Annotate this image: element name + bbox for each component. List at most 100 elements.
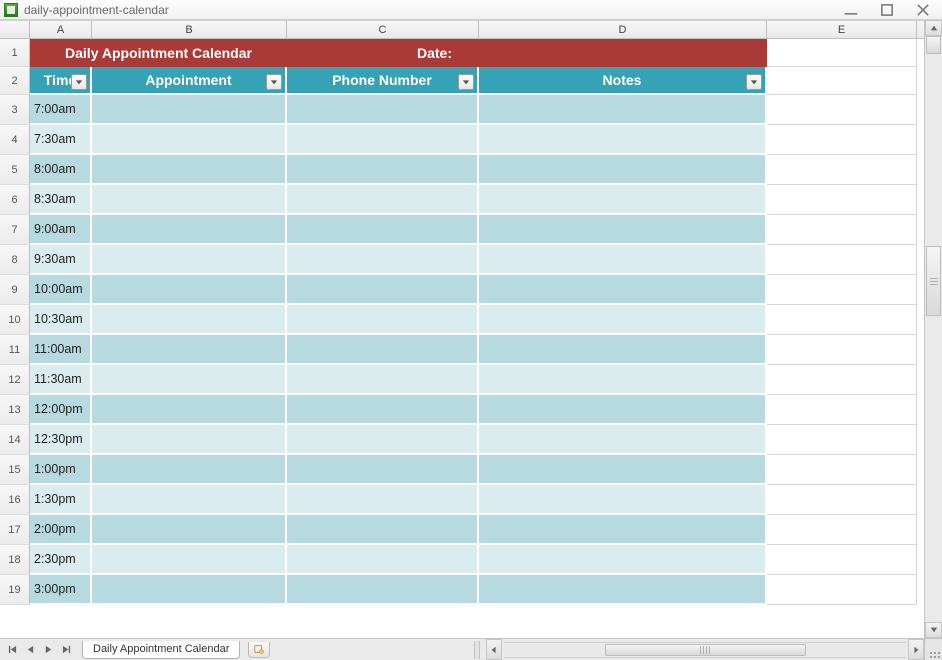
- cell-blank[interactable]: [767, 275, 917, 305]
- cell-blank[interactable]: [767, 575, 917, 605]
- cell-blank[interactable]: [767, 425, 917, 455]
- appointment-cell[interactable]: [92, 215, 287, 245]
- row-header[interactable]: 6: [0, 185, 30, 215]
- phone-cell[interactable]: [287, 95, 479, 125]
- cell-blank[interactable]: [767, 215, 917, 245]
- appointment-cell[interactable]: [92, 485, 287, 515]
- cell-blank[interactable]: [767, 395, 917, 425]
- notes-cell[interactable]: [479, 425, 767, 455]
- row-header[interactable]: 14: [0, 425, 30, 455]
- phone-cell[interactable]: [287, 125, 479, 155]
- time-cell[interactable]: 7:30am: [30, 125, 92, 155]
- sheet-tab-active[interactable]: Daily Appointment Calendar: [82, 641, 240, 659]
- time-cell[interactable]: 10:30am: [30, 305, 92, 335]
- spreadsheet-grid[interactable]: A B C D E 1Daily Appointment CalendarDat…: [0, 20, 924, 638]
- appointment-cell[interactable]: [92, 185, 287, 215]
- phone-cell[interactable]: [287, 365, 479, 395]
- cell-blank[interactable]: [767, 95, 917, 125]
- time-cell[interactable]: 11:00am: [30, 335, 92, 365]
- phone-cell[interactable]: [287, 305, 479, 335]
- time-cell[interactable]: 2:30pm: [30, 545, 92, 575]
- col-header-E[interactable]: E: [767, 21, 917, 38]
- row-header[interactable]: 19: [0, 575, 30, 605]
- row-header[interactable]: 5: [0, 155, 30, 185]
- time-cell[interactable]: 1:00pm: [30, 455, 92, 485]
- time-cell[interactable]: 10:00am: [30, 275, 92, 305]
- row-header[interactable]: 18: [0, 545, 30, 575]
- time-cell[interactable]: 7:00am: [30, 95, 92, 125]
- notes-cell[interactable]: [479, 335, 767, 365]
- cell-blank[interactable]: [767, 365, 917, 395]
- col-header-B[interactable]: B: [92, 21, 287, 38]
- time-cell[interactable]: 12:30pm: [30, 425, 92, 455]
- cell-blank[interactable]: [767, 455, 917, 485]
- appointment-cell[interactable]: [92, 245, 287, 275]
- phone-cell[interactable]: [287, 545, 479, 575]
- col-header-C[interactable]: C: [287, 21, 479, 38]
- header-phone[interactable]: Phone Number: [287, 67, 479, 95]
- notes-cell[interactable]: [479, 245, 767, 275]
- row-header[interactable]: 8: [0, 245, 30, 275]
- filter-dropdown-button[interactable]: [746, 74, 762, 90]
- phone-cell[interactable]: [287, 455, 479, 485]
- notes-cell[interactable]: [479, 185, 767, 215]
- notes-cell[interactable]: [479, 365, 767, 395]
- filter-dropdown-button[interactable]: [266, 74, 282, 90]
- hscroll-left-button[interactable]: [486, 639, 502, 660]
- scroll-thumb[interactable]: [926, 246, 941, 316]
- notes-cell[interactable]: [479, 575, 767, 605]
- hscroll-right-button[interactable]: [908, 639, 924, 660]
- phone-cell[interactable]: [287, 275, 479, 305]
- time-cell[interactable]: 3:00pm: [30, 575, 92, 605]
- appointment-cell[interactable]: [92, 455, 287, 485]
- appointment-cell[interactable]: [92, 95, 287, 125]
- appointment-cell[interactable]: [92, 365, 287, 395]
- cell-blank[interactable]: [767, 545, 917, 575]
- scroll-down-button[interactable]: [925, 622, 942, 638]
- header-notes[interactable]: Notes: [479, 67, 767, 95]
- sheet-nav-next[interactable]: [40, 642, 56, 658]
- vertical-scrollbar[interactable]: [924, 20, 942, 638]
- appointment-cell[interactable]: [92, 125, 287, 155]
- row-header[interactable]: 17: [0, 515, 30, 545]
- time-cell[interactable]: 12:00pm: [30, 395, 92, 425]
- notes-cell[interactable]: [479, 125, 767, 155]
- filter-dropdown-button[interactable]: [458, 74, 474, 90]
- notes-cell[interactable]: [479, 485, 767, 515]
- appointment-cell[interactable]: [92, 515, 287, 545]
- time-cell[interactable]: 8:00am: [30, 155, 92, 185]
- sheet-nav-prev[interactable]: [22, 642, 38, 658]
- header-appointment[interactable]: Appointment: [92, 67, 287, 95]
- phone-cell[interactable]: [287, 155, 479, 185]
- notes-cell[interactable]: [479, 305, 767, 335]
- new-sheet-button[interactable]: [248, 642, 270, 658]
- row-header[interactable]: 9: [0, 275, 30, 305]
- notes-cell[interactable]: [479, 515, 767, 545]
- row-header[interactable]: 4: [0, 125, 30, 155]
- appointment-cell[interactable]: [92, 335, 287, 365]
- notes-cell[interactable]: [479, 155, 767, 185]
- row-header[interactable]: 13: [0, 395, 30, 425]
- phone-cell[interactable]: [287, 485, 479, 515]
- notes-cell[interactable]: [479, 275, 767, 305]
- phone-cell[interactable]: [287, 245, 479, 275]
- notes-cell[interactable]: [479, 215, 767, 245]
- phone-cell[interactable]: [287, 575, 479, 605]
- cell-blank[interactable]: [767, 185, 917, 215]
- date-label-cell[interactable]: Date:: [287, 39, 767, 67]
- cell-E2[interactable]: [767, 67, 917, 95]
- cell-blank[interactable]: [767, 125, 917, 155]
- resize-grip[interactable]: [924, 638, 942, 660]
- phone-cell[interactable]: [287, 335, 479, 365]
- row-header[interactable]: 11: [0, 335, 30, 365]
- time-cell[interactable]: 1:30pm: [30, 485, 92, 515]
- row-header[interactable]: 15: [0, 455, 30, 485]
- cell-blank[interactable]: [767, 155, 917, 185]
- row-header[interactable]: 12: [0, 365, 30, 395]
- notes-cell[interactable]: [479, 455, 767, 485]
- cell-blank[interactable]: [767, 515, 917, 545]
- phone-cell[interactable]: [287, 425, 479, 455]
- phone-cell[interactable]: [287, 215, 479, 245]
- appointment-cell[interactable]: [92, 155, 287, 185]
- filter-dropdown-button[interactable]: [71, 74, 87, 90]
